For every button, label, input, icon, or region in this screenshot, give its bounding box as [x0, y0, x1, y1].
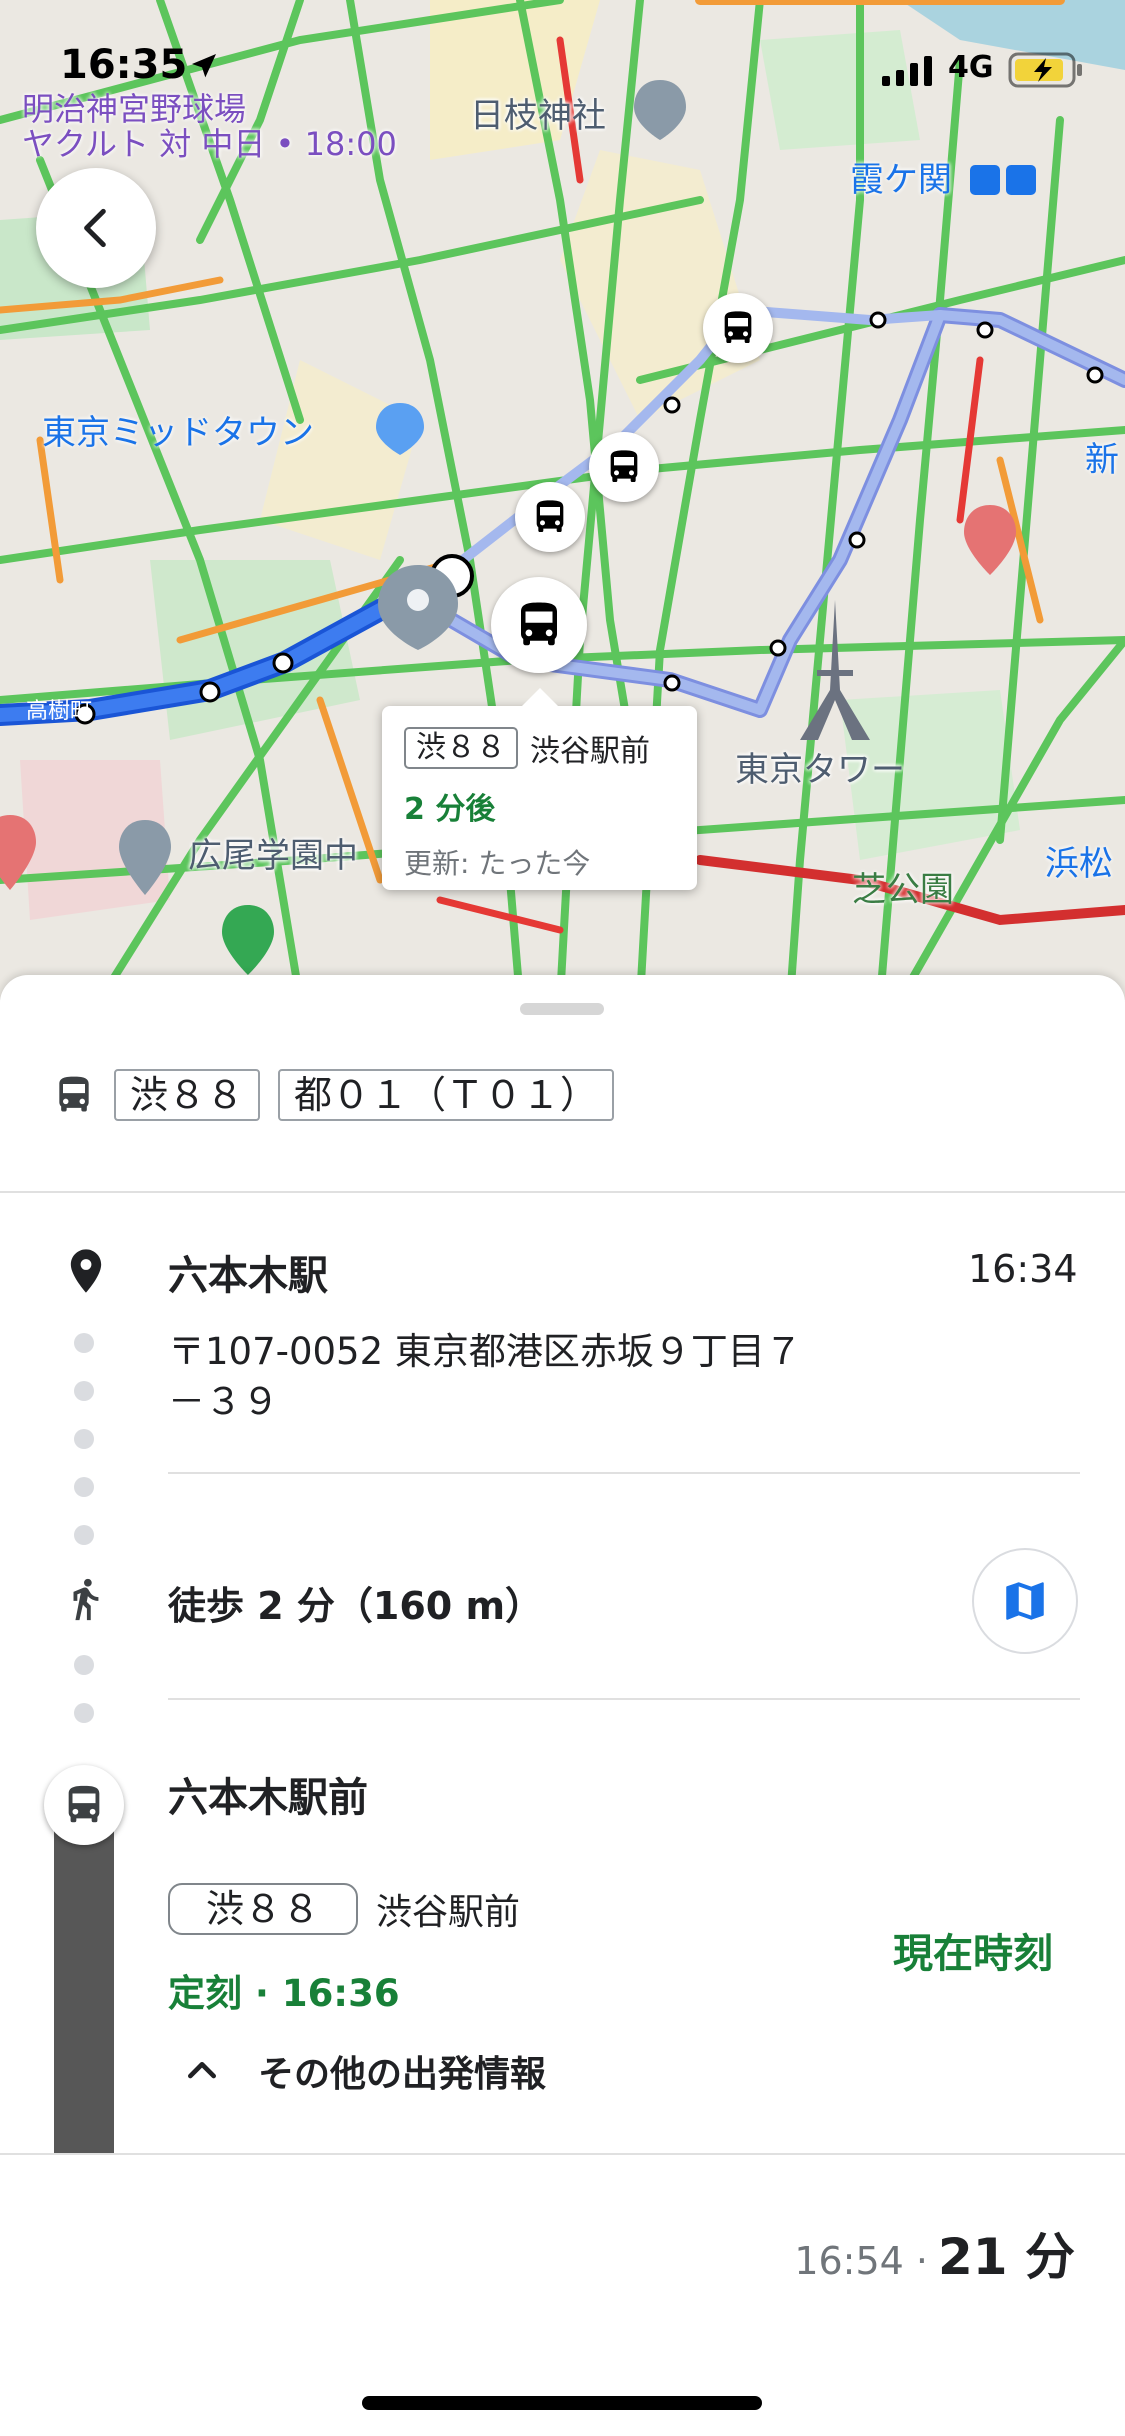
origin-address-line2: －３９	[168, 1380, 279, 1423]
tokyo-tower-label[interactable]: 東京タワー	[735, 751, 905, 789]
bus-icon	[521, 602, 557, 646]
bus-icon	[68, 1785, 100, 1823]
stadium-event: ヤクルト 対 中日 • 18:00	[22, 125, 397, 164]
route-chip: 都０１（Ｔ０１）	[278, 1069, 615, 1121]
bus-icon	[59, 1076, 89, 1112]
divider	[168, 1472, 1080, 1474]
kasumigaseki-label[interactable]: 霞ケ関	[850, 161, 952, 199]
walk-icon	[73, 1578, 99, 1621]
route-summary: 渋８８ 都０１（Ｔ０１）	[52, 1055, 615, 1135]
walk-dot	[74, 1477, 94, 1497]
walk-dot	[74, 1525, 94, 1545]
departure-schedule: 定刻 · 16:36	[168, 1972, 400, 2015]
origin-address-line1: 〒107-0052 東京都港区赤坂９丁目７	[168, 1330, 802, 1373]
more-departures-toggle[interactable]: その他の出発情報	[182, 2045, 546, 2097]
more-departures-label: その他の出発情報	[258, 2054, 547, 2095]
origin-address: 〒107-0052 東京都港区赤坂９丁目７ －３９	[168, 1327, 802, 1427]
bus-marker-3[interactable]	[515, 482, 585, 552]
back-button[interactable]	[36, 168, 156, 288]
takagi-label: 高樹町	[26, 699, 93, 724]
shin-label: 新	[1085, 440, 1119, 480]
walk-dot	[74, 1703, 94, 1723]
status-bar: 16:35 4G	[0, 0, 1125, 130]
midtown-label[interactable]: 東京ミッドタウン	[42, 414, 314, 452]
walk-dot	[74, 1655, 94, 1675]
bus-marker-2[interactable]	[589, 432, 659, 502]
departure-route-chip: 渋８８	[168, 1883, 359, 1935]
bus-info-bubble[interactable]: 渋８８ 渋谷駅前 2 分後 更新: たった今	[382, 688, 697, 890]
divider	[0, 1191, 1125, 1193]
bubble-route-chip: 渋８８	[404, 727, 518, 769]
route-chip: 渋８８	[114, 1069, 261, 1121]
trip-summary-footer: 16:54 · 21 分	[0, 2153, 1125, 2436]
bus-marker-1[interactable]	[703, 293, 773, 363]
departure-destination: 渋谷駅前	[376, 1892, 521, 1933]
home-indicator[interactable]	[362, 2396, 762, 2410]
walk-dot	[74, 1333, 94, 1353]
signal-icon	[882, 56, 932, 86]
divider	[168, 1698, 1080, 1700]
bubble-updated: 更新: たった今	[404, 847, 591, 880]
trip-summary: 16:54 · 21 分	[794, 2217, 1075, 2289]
origin-name[interactable]: 六本木駅	[168, 1243, 328, 1301]
battery-charging-icon	[1008, 52, 1082, 88]
trip-duration: 21 分	[938, 2228, 1075, 2286]
hamamatsu-label: 浜松	[1045, 844, 1113, 884]
bus-stop-name[interactable]: 六本木駅前	[168, 1765, 368, 1823]
walk-map-button[interactable]	[972, 1548, 1078, 1654]
arrival-time: 16:54 ·	[794, 2239, 928, 2283]
location-arrow-icon	[192, 54, 216, 78]
walk-label[interactable]: 徒歩 2 分（160 m）	[168, 1575, 543, 1630]
bus-departure-row[interactable]: 渋８８ 渋谷駅前	[168, 1883, 520, 1935]
walk-dot	[74, 1381, 94, 1401]
bubble-destination: 渋谷駅前	[530, 734, 650, 769]
map-icon	[1006, 1582, 1044, 1620]
hiroo-label[interactable]: 広尾学園中	[188, 837, 358, 875]
location-pin-icon	[70, 1249, 102, 1293]
status-time: 16:35	[60, 42, 188, 88]
chevron-up-icon	[188, 2062, 216, 2079]
chevron-left-icon	[84, 208, 106, 248]
bus-icon	[724, 311, 752, 343]
network-type: 4G	[948, 50, 994, 85]
map-view[interactable]: 明治神宮野球場 ヤクルト 対 中日 • 18:00 日枝神社 霞ケ関 東京ミッド…	[0, 0, 1125, 1000]
origin-time: 16:34	[968, 1247, 1078, 1291]
realtime-button[interactable]: 現在時刻	[893, 1921, 1053, 1979]
bus-route-line	[54, 1795, 114, 2195]
bus-icon	[536, 500, 564, 532]
bus-marker-selected[interactable]	[491, 577, 587, 673]
drag-handle[interactable]	[520, 1003, 604, 1015]
walk-dot	[74, 1429, 94, 1449]
bus-stop-marker	[44, 1765, 124, 1845]
bus-icon	[610, 450, 638, 482]
bubble-eta: 2 分後	[404, 792, 496, 827]
shibakoen-label[interactable]: 芝公園	[852, 871, 954, 909]
